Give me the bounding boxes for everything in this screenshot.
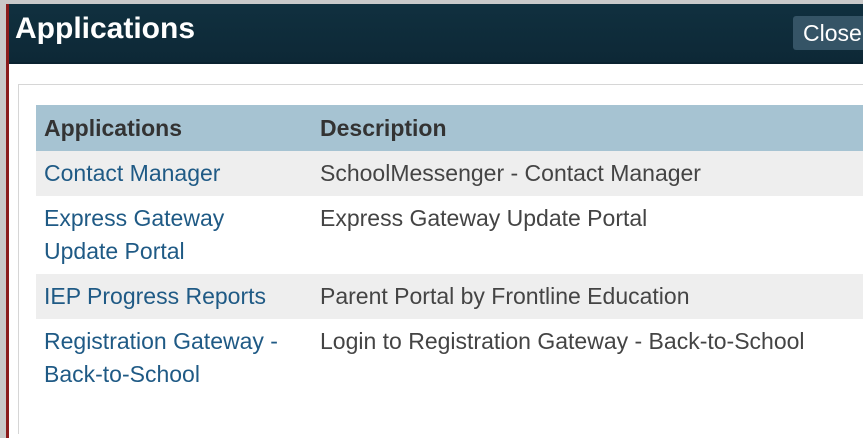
application-name-continued: Update Portal — [44, 238, 185, 264]
screen-background: Applications Close Applications Descript… — [0, 0, 863, 438]
application-description: SchoolMessenger - Contact Manager — [312, 151, 863, 196]
application-description: Login to Registration Gateway - Back-to-… — [320, 328, 805, 354]
applications-dialog: Applications Close Applications Descript… — [6, 4, 863, 438]
application-link-registration-gateway[interactable]: Registration Gateway - Back-to-School — [36, 319, 312, 397]
table-header-row: Applications Description — [36, 105, 863, 151]
applications-column-header: Applications — [36, 105, 312, 151]
table-row: IEP Progress Reports Parent Portal by Fr… — [36, 274, 863, 319]
application-name-continued: Back-to-School — [44, 361, 200, 387]
table-row: Express Gateway Update Portal Express Ga… — [36, 196, 863, 274]
application-link-iep-progress-reports[interactable]: IEP Progress Reports — [36, 274, 312, 319]
application-link-contact-manager[interactable]: Contact Manager — [36, 151, 312, 196]
close-button[interactable]: Close — [793, 16, 863, 50]
application-name: Express Gateway — [44, 205, 225, 231]
dialog-content: Applications Description Contact Manager… — [18, 84, 863, 434]
dialog-titlebar: Applications Close — [9, 4, 863, 64]
application-description: Parent Portal by Frontline Education — [312, 274, 863, 319]
table-row: Contact Manager SchoolMessenger - Contac… — [36, 151, 863, 196]
application-name: IEP Progress Reports — [44, 283, 267, 309]
applications-table: Applications Description Contact Manager… — [36, 105, 863, 397]
dialog-title: Applications — [15, 12, 196, 45]
application-link-express-gateway[interactable]: Express Gateway Update Portal — [36, 196, 312, 274]
description-column-header: Description — [312, 105, 863, 151]
application-description: Express Gateway Update Portal — [320, 205, 648, 231]
application-name: Contact Manager — [44, 160, 221, 186]
table-row: Registration Gateway - Back-to-School Lo… — [36, 319, 863, 397]
application-name: Registration Gateway - — [44, 328, 278, 354]
